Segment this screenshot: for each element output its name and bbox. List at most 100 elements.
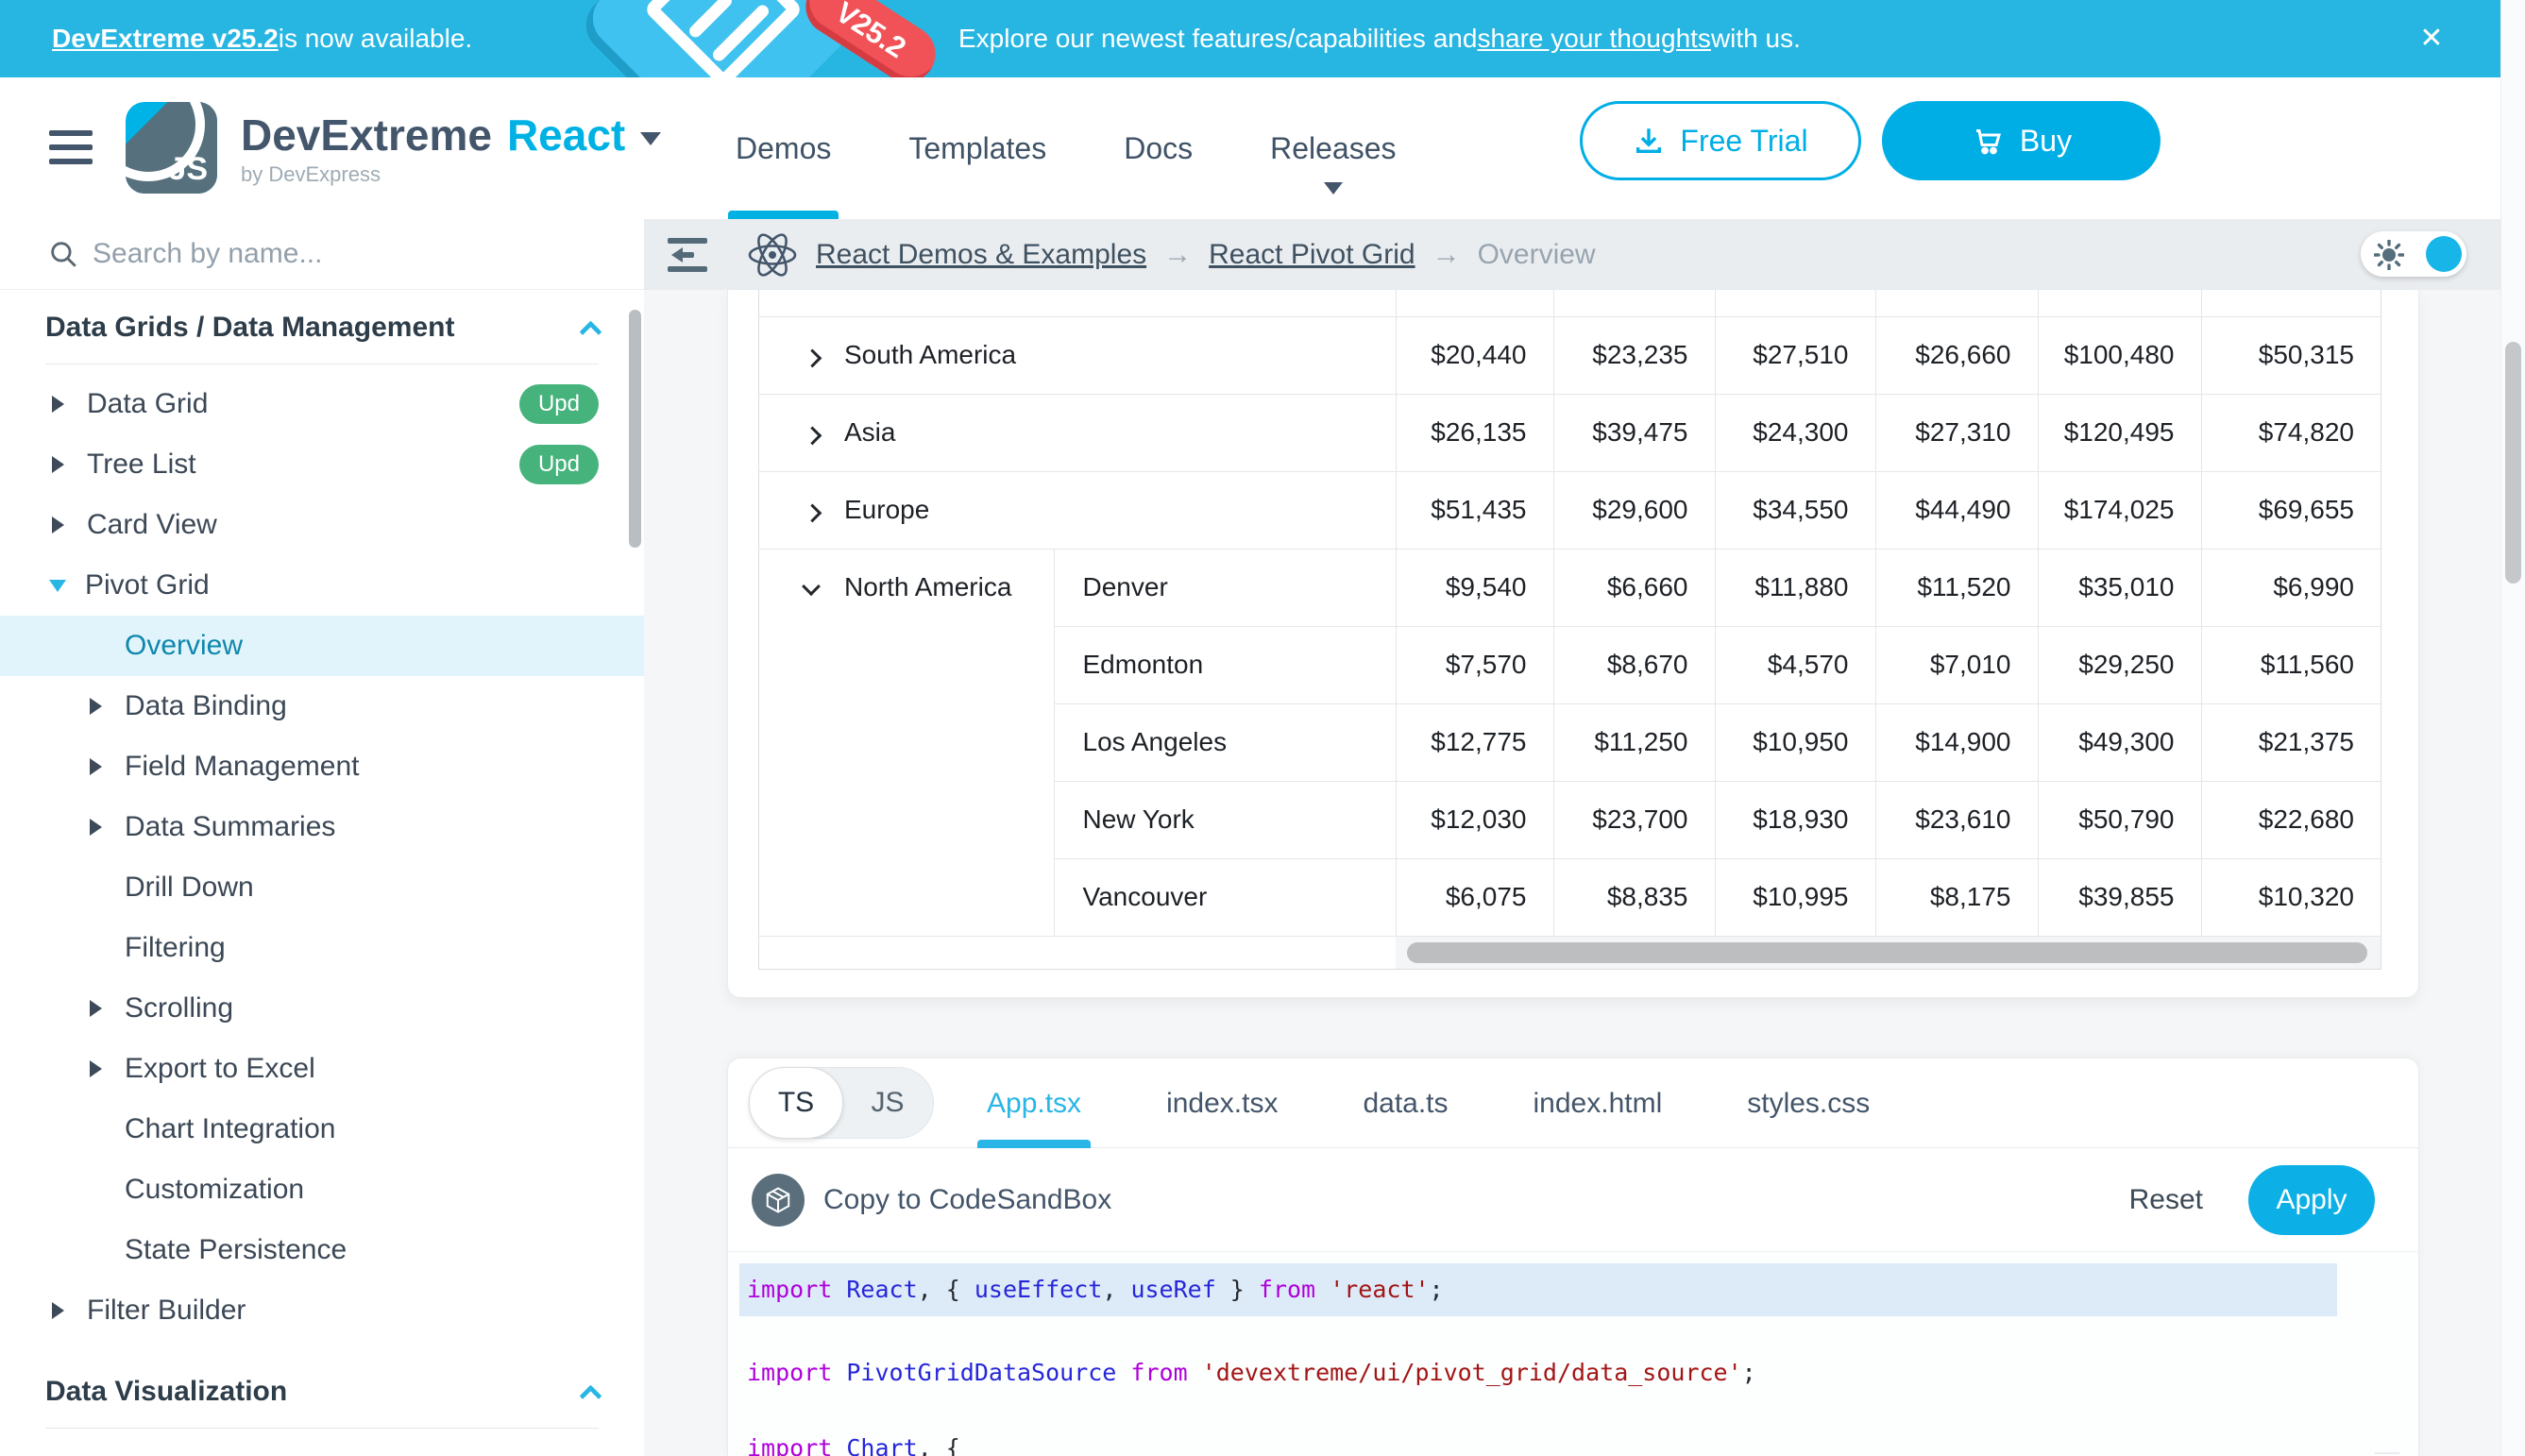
tab-data-ts[interactable]: data.ts	[1353, 1058, 1457, 1148]
sidebar-section-title: Data Grids / Data Management	[45, 312, 583, 344]
tab-app-tsx[interactable]: App.tsx	[977, 1058, 1091, 1148]
theme-toggle-knob[interactable]	[2426, 236, 2462, 272]
pivot-value-cell: $74,820	[2201, 394, 2381, 471]
page-scrollbar-thumb[interactable]	[2505, 342, 2521, 584]
pivot-value-cell: $10,950	[1715, 703, 1875, 781]
tab-index-html[interactable]: index.html	[1524, 1058, 1672, 1148]
copy-to-codesandbox-button[interactable]: Copy to CodeSandBox	[823, 1184, 1111, 1216]
pivot-value-cell: $7,010	[1875, 626, 2038, 703]
pivot-value-cell: $12,775	[1396, 703, 1553, 781]
pivot-rowheader-south-america[interactable]: South America	[759, 316, 1396, 394]
sidebar-item-label: State Persistence	[125, 1234, 347, 1266]
chevron-right-icon	[52, 1302, 64, 1319]
chevron-right-icon	[52, 516, 64, 533]
pivot-rowheader-vancouver[interactable]: Vancouver	[1054, 858, 1396, 936]
free-trial-button[interactable]: Free Trial	[1580, 101, 1861, 180]
sidebar-item-label: Overview	[125, 630, 243, 662]
pivot-rowheader-edmonton[interactable]: Edmonton	[1054, 626, 1396, 703]
horizontal-scrollbar-thumb[interactable]	[1407, 942, 2367, 963]
horizontal-scrollbar[interactable]	[1396, 937, 2381, 969]
devextreme-demos-page: DevExtreme v25.2 is now available. V25.2…	[0, 0, 2525, 1456]
codesandbox-icon[interactable]	[752, 1174, 805, 1227]
sidebar-item-data-grid[interactable]: Data GridUpd	[0, 374, 644, 434]
close-icon[interactable]: ✕	[2412, 19, 2451, 59]
sidebar-section-header[interactable]: Data Grids / Data Management	[0, 301, 644, 354]
collapse-chevron-icon[interactable]	[802, 577, 821, 596]
collapse-sidebar-icon[interactable]	[666, 234, 709, 276]
brand-block: DevExtreme React by DevExpress	[241, 110, 661, 187]
sidebar-section-header[interactable]: Data Visualization	[0, 1365, 644, 1418]
tab-index-tsx[interactable]: index.tsx	[1157, 1058, 1287, 1148]
sidebar-item-tree-list[interactable]: Tree ListUpd	[0, 434, 644, 495]
pivot-rowheader-europe[interactable]: Europe	[759, 471, 1396, 549]
js-option[interactable]: JS	[842, 1068, 933, 1138]
sidebar-item-overview[interactable]: Overview	[0, 616, 644, 676]
pivot-value-cell: $20,440	[1396, 316, 1553, 394]
devextreme-js-logo[interactable]: JS	[126, 102, 217, 194]
breadcrumb-item-overview: Overview	[1478, 239, 1596, 271]
pivot-rowheader-asia[interactable]: Asia	[759, 394, 1396, 471]
breadcrumb-item-react-pivot-grid[interactable]: React Pivot Grid	[1209, 239, 1415, 271]
reset-button[interactable]: Reset	[2129, 1184, 2203, 1216]
sidebar-scrollbar[interactable]	[629, 310, 641, 548]
page-scrollbar[interactable]	[2500, 0, 2525, 1456]
pivot-value-cell: $26,660	[1875, 316, 2038, 394]
pivot-value-cell: $174,025	[2038, 471, 2201, 549]
framework-selector[interactable]: React	[507, 110, 625, 161]
chevron-down-icon[interactable]	[640, 132, 661, 145]
code-line	[739, 1316, 2337, 1354]
pivot-value-cell: $23,235	[1553, 316, 1715, 394]
pivot-value-cell: $14,900	[1875, 703, 2038, 781]
apply-button[interactable]: Apply	[2248, 1165, 2375, 1235]
buy-button[interactable]: Buy	[1882, 101, 2161, 180]
code-scrollbar[interactable]	[2375, 1452, 2399, 1454]
pivot-value-cell: $100,480	[2038, 316, 2201, 394]
pivot-rowheader-denver[interactable]: Denver	[1054, 549, 1396, 626]
breadcrumb-separator: →	[1432, 239, 1461, 271]
breadcrumb-item-react-demos-examples[interactable]: React Demos & Examples	[816, 239, 1146, 271]
pivot-value-cell: $50,315	[2201, 316, 2381, 394]
ts-option[interactable]: TS	[749, 1067, 843, 1139]
sidebar-item-state-persistence[interactable]: State Persistence	[0, 1220, 644, 1280]
sidebar-item-filter-builder[interactable]: Filter Builder	[0, 1280, 644, 1341]
theme-toggle[interactable]	[2361, 231, 2466, 277]
nav-item-templates[interactable]: Templates	[905, 77, 1050, 219]
chevron-right-icon	[90, 1000, 102, 1017]
hamburger-menu-icon[interactable]	[49, 130, 93, 173]
chevron-right-icon	[90, 819, 102, 836]
expand-chevron-icon[interactable]	[804, 349, 822, 368]
sidebar-item-pivot-grid[interactable]: Pivot Grid	[0, 555, 644, 616]
sidebar-item-data-binding[interactable]: Data Binding	[0, 676, 644, 736]
sidebar-item-scrolling[interactable]: Scrolling	[0, 978, 644, 1039]
search-input[interactable]	[93, 227, 602, 281]
sidebar-item-export-to-excel[interactable]: Export to Excel	[0, 1039, 644, 1099]
sidebar-item-data-summaries[interactable]: Data Summaries	[0, 797, 644, 857]
sidebar-item-chart-integration[interactable]: Chart Integration	[0, 1099, 644, 1160]
sidebar-item-filtering[interactable]: Filtering	[0, 918, 644, 978]
pivot-rowheader-los-angeles[interactable]: Los Angeles	[1054, 703, 1396, 781]
sidebar-item-drill-down[interactable]: Drill Down	[0, 857, 644, 918]
sidebar-search	[0, 219, 644, 290]
nav-item-releases[interactable]: Releases	[1266, 77, 1399, 219]
nav-item-docs[interactable]: Docs	[1120, 77, 1196, 219]
sidebar-item-field-management[interactable]: Field Management	[0, 736, 644, 797]
sidebar-section-title: Data Visualization	[45, 1376, 583, 1408]
expand-chevron-icon[interactable]	[804, 504, 822, 523]
expand-chevron-icon[interactable]	[804, 427, 822, 446]
banner-release-link[interactable]: DevExtreme v25.2	[52, 24, 279, 54]
chevron-up-icon	[579, 1384, 602, 1407]
pivot-rowheader-north-america[interactable]: North America	[759, 549, 1054, 936]
tab-styles-css[interactable]: styles.css	[1737, 1058, 1879, 1148]
sidebar-item-label: Export to Excel	[125, 1053, 315, 1085]
pivot-value-cell: $9,540	[1396, 549, 1553, 626]
ts-js-toggle[interactable]: TS JS	[749, 1067, 934, 1139]
sidebar-item-customization[interactable]: Customization	[0, 1160, 644, 1220]
nav-item-demos[interactable]: Demos	[732, 77, 835, 219]
sidebar-item-card-view[interactable]: Card View	[0, 495, 644, 555]
pivot-row-asia: Asia$26,135$39,475$24,300$27,310$120,495…	[759, 394, 2381, 471]
share-thoughts-link[interactable]: share your thoughts	[1477, 24, 1711, 54]
devextreme-logo-art: V25.2	[584, 0, 942, 77]
pivot-rowheader-new-york[interactable]: New York	[1054, 781, 1396, 858]
sidebar-item-label: Drill Down	[125, 872, 254, 904]
code-editor[interactable]: import React, { useEffect, useRef } from…	[728, 1252, 2418, 1456]
